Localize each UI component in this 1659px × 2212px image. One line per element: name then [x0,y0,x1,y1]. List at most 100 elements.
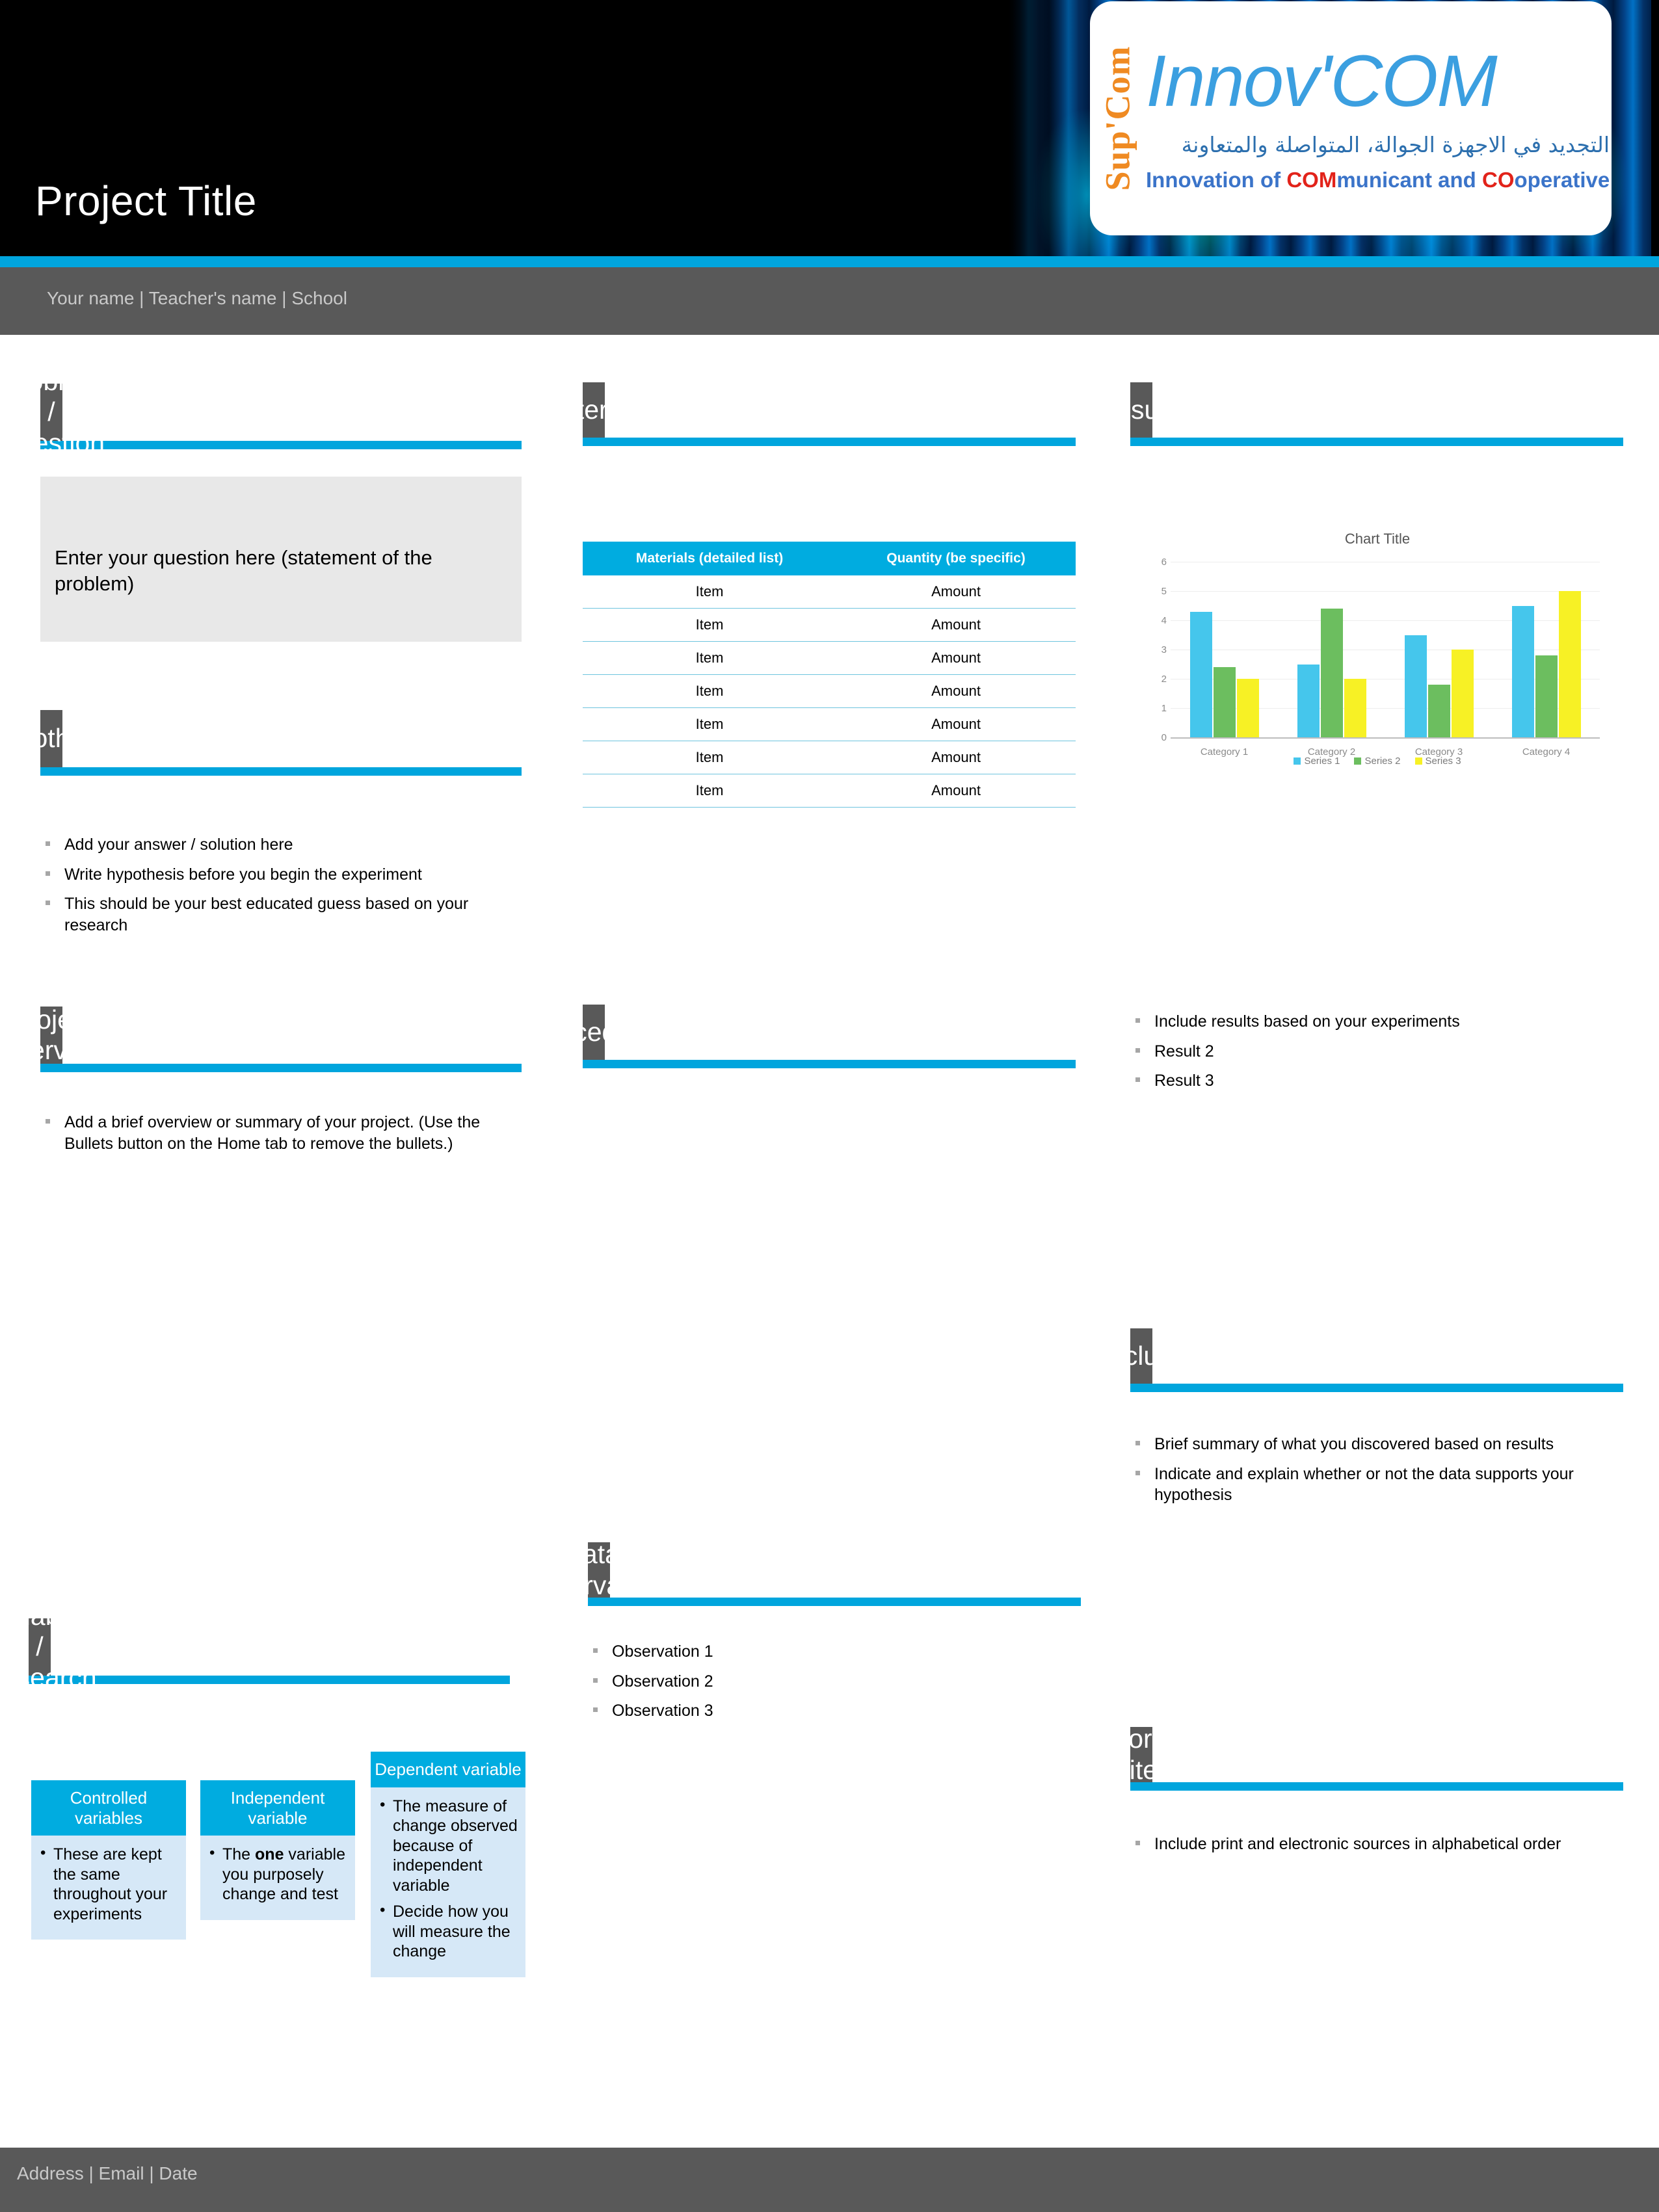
cell-item: Item [583,674,837,708]
list-item: Include print and electronic sources in … [1130,1834,1623,1855]
section-title-works-cited: Works Cited [1104,1724,1179,1785]
chart-bar [1451,650,1474,737]
chart-category-group [1385,562,1493,737]
chart-legend-swatch [1354,757,1362,765]
chart-legend-label: Series 3 [1425,756,1461,767]
chart-category-group [1171,562,1278,737]
footer-strip [0,2148,1659,2212]
list-item: Add a brief overview or summary of your … [40,1112,522,1154]
cell-amount: Amount [836,674,1076,708]
list-item: Brief summary of what you discovered bas… [1130,1434,1586,1455]
chart-legend-item: Series 2 [1354,756,1401,767]
footer-text: Address | Email | Date [17,2163,198,2183]
section-rule-works-cited [1130,1782,1623,1791]
section-header-conclusion: Conclusion [1076,1328,1623,1392]
cell-amount: Amount [836,741,1076,774]
data-observations-bullet-list: Observation 1 Observation 2 Observation … [588,1641,1081,1730]
cell-amount: Amount [836,641,1076,675]
variable-card-body: The measure of change observed because o… [371,1787,525,1977]
section-title-data-observations: Data / Observations [520,1539,678,1600]
chart-y-tick-label: 1 [1161,703,1167,714]
cell-amount: Amount [836,608,1076,642]
chart-y-tick-label: 4 [1161,615,1167,626]
cell-amount: Amount [836,774,1076,808]
chart-bar [1297,664,1320,737]
table-row[interactable]: Item Amount [583,774,1076,808]
section-title-hypothesis: Hypothesis [0,710,117,767]
variable-card-body: The one variable you purposely change an… [200,1836,355,1920]
table-row[interactable]: Item Amount [583,741,1076,774]
list-item: Add your answer / solution here [40,834,522,856]
chart-legend-item: Series 1 [1294,756,1340,767]
section-header-materials: Materials [540,382,1076,446]
innovcom-logo: Sup'Com Innov'COM مخبر التجديد في الاجهز… [1090,1,1612,235]
list-item: Result 2 [1130,1041,1623,1062]
cell-item: Item [583,641,837,675]
variable-card-heading: Dependent variable [371,1752,525,1787]
chart-plot-area: 0 1 2 3 4 5 6 Category 1 Category 2 Category 3 Cat… [1161,557,1600,757]
table-row[interactable]: Item Amount [583,608,1076,642]
tagline-mid: municant and [1336,167,1482,192]
section-title-project-overview: Project Overview [0,1004,107,1065]
section-title-conclusion: Conclusion [1076,1328,1207,1384]
chart-y-tick-label: 6 [1161,557,1167,568]
chart-bar [1427,685,1450,737]
works-cited-bullet-list: Include print and electronic sources in … [1130,1834,1623,1863]
chart-bar [1511,605,1534,737]
list-item: Observation 3 [588,1700,1081,1722]
chart-category-group [1493,562,1600,737]
bullet-text: The measure of change observed because o… [393,1797,518,1895]
list-item: Decide how you will measure the change [377,1901,519,1962]
supcom-vertical-text: Sup'Com [1090,1,1146,235]
list-item: Write hypothesis before you begin the ex… [40,864,522,886]
table-row[interactable]: Item Amount [583,674,1076,708]
section-header-problem: Problem / Question [0,366,522,458]
section-title-procedure: Procedure [532,1005,656,1060]
chart-legend-label: Series 1 [1304,756,1340,767]
variable-card-body: These are kept the same throughout your … [31,1836,186,1940]
variable-card-heading: Controlled variables [31,1780,186,1836]
page-title: Project Title [35,178,257,224]
conclusion-bullet-list: Brief summary of what you discovered bas… [1130,1434,1586,1514]
chart-legend-swatch [1294,757,1301,765]
list-item: Observation 2 [588,1671,1081,1692]
section-rule-materials [583,438,1076,446]
list-item: Result 3 [1130,1070,1623,1092]
bullet-text: Decide how you will measure the change [393,1903,511,1961]
table-row[interactable]: Item Amount [583,707,1076,741]
section-header-project-overview: Project Overview [0,1004,522,1072]
variable-card-heading: Independent variable [200,1780,355,1836]
logo-arabic-subtitle: مخبر التجديد في الاجهزة الجوالة، المتواص… [1181,131,1612,157]
list-item: Observation 1 [588,1641,1081,1663]
tagline-pre: Innovation of [1146,167,1287,192]
byline-text: Your name | Teacher's name | School [47,288,347,308]
section-rule-conclusion [1130,1384,1623,1392]
table-col-materials: Materials (detailed list) [583,542,837,575]
section-title-materials: Materials [540,382,648,438]
variable-card-independent: Independent variable The one variable yo… [200,1780,355,1920]
chart-bar [1404,635,1427,737]
results-bar-chart: Chart Title 0 1 2 3 4 5 6 Category 1 Category 2C… [1130,527,1625,800]
cell-item: Item [583,707,837,741]
section-rule-problem [40,441,522,449]
section-header-works-cited: Works Cited [1104,1724,1623,1791]
chart-bar [1344,679,1366,737]
section-header-procedure: Procedure [532,1005,1076,1068]
chart-y-tick-label: 0 [1161,732,1167,743]
table-row[interactable]: Item Amount [583,575,1076,609]
chart-bar [1213,667,1236,737]
hypothesis-bullet-list: Add your answer / solution here Write hy… [40,834,522,944]
section-rule-variables [29,1676,510,1684]
chart-y-tick-label: 5 [1161,586,1167,597]
banner-accent-bar [0,256,1659,267]
cell-item: Item [583,741,837,774]
table-header-row: Materials (detailed list) Quantity (be s… [583,542,1076,575]
list-item: Include results based on your experiment… [1130,1011,1623,1033]
section-title-results: Results [1097,382,1186,438]
chart-legend-swatch [1414,757,1422,765]
chart-legend: Series 1 Series 2 Series 3 [1130,756,1625,767]
list-item: The one variable you purposely change an… [207,1843,349,1904]
section-rule-project-overview [40,1064,522,1072]
variable-card-controlled: Controlled variables These are kept the … [31,1780,186,1940]
table-row[interactable]: Item Amount [583,641,1076,675]
